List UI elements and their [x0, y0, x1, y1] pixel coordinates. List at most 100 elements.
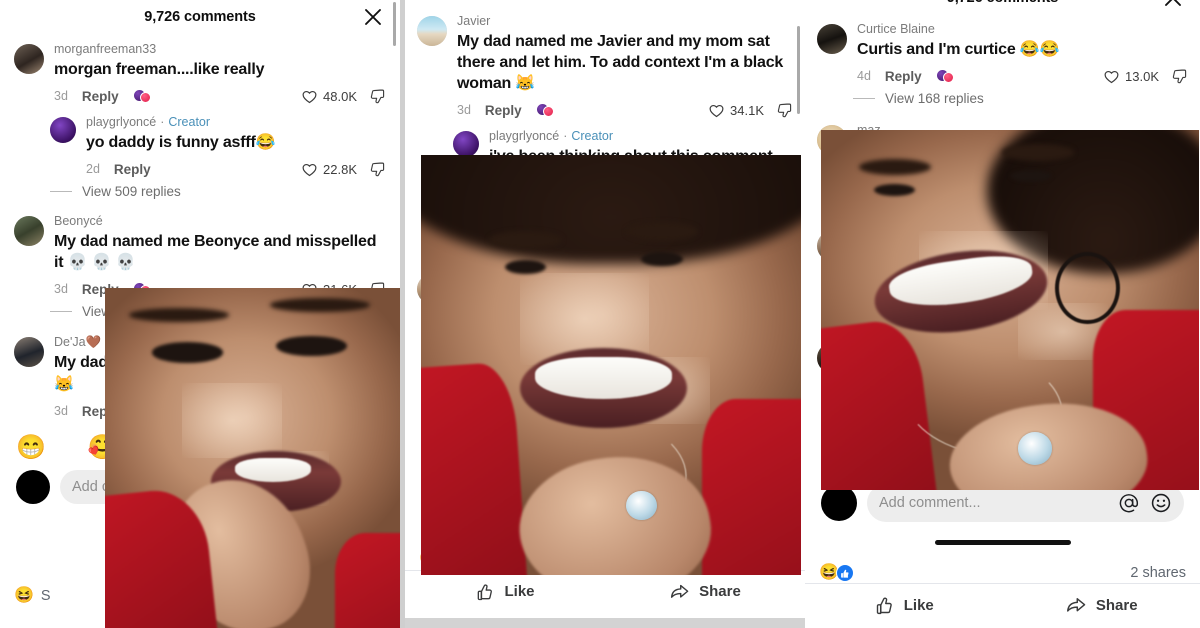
- like-count-group[interactable]: 34.1K: [708, 102, 764, 119]
- reply-button[interactable]: Reply: [885, 69, 922, 84]
- avatar[interactable]: [14, 44, 44, 74]
- comment-username[interactable]: Ajah🤍: [457, 271, 498, 288]
- comment-username[interactable]: morganfreeman33: [54, 41, 156, 58]
- comment-item[interactable]: playgrlyoncé · Creator i've been thinkin…: [417, 121, 793, 236]
- reply-button[interactable]: Re: [485, 363, 502, 378]
- quick-emoji[interactable]: 😆: [662, 430, 692, 458]
- like-count-group[interactable]: 3813: [1108, 275, 1159, 292]
- view-replies-button[interactable]: View 509 replies: [50, 184, 386, 199]
- close-icon[interactable]: [1162, 0, 1184, 9]
- quick-emoji[interactable]: 😌: [1154, 448, 1184, 476]
- comment-username[interactable]: Curtice Blaine: [857, 21, 935, 38]
- user-avatar[interactable]: [821, 485, 857, 521]
- quick-emoji[interactable]: 🥰: [869, 448, 899, 476]
- avatar[interactable]: [417, 274, 447, 304]
- avatar[interactable]: [50, 117, 76, 143]
- reply-button[interactable]: Reply: [485, 103, 522, 118]
- quick-emoji[interactable]: 😆: [1059, 448, 1089, 476]
- comment-username[interactable]: Beonycé: [54, 213, 103, 230]
- quick-emoji[interactable]: 😁: [821, 448, 851, 476]
- dislike-icon[interactable]: [776, 102, 793, 119]
- like-count-group[interactable]: 10.9K: [708, 217, 764, 234]
- comment-username[interactable]: Javier: [457, 13, 490, 30]
- close-icon[interactable]: [362, 6, 384, 28]
- avatar[interactable]: [817, 125, 847, 155]
- dislike-icon[interactable]: [776, 217, 793, 234]
- quick-emoji[interactable]: 😁: [421, 430, 451, 458]
- reply-button[interactable]: Reply: [82, 404, 119, 419]
- comment-item[interactable]: dily i'm 3813: [817, 210, 1188, 294]
- add-comment-input[interactable]: Add com: [60, 470, 384, 504]
- like-count-group[interactable]: 4877: [713, 362, 764, 379]
- like-count-group[interactable]: 13.0K: [1103, 68, 1159, 85]
- quick-emoji[interactable]: 😂: [916, 448, 946, 476]
- avatar[interactable]: [417, 16, 447, 46]
- comment-item[interactable]: maz my gran me why he also named 3d 6330: [817, 108, 1188, 210]
- reply-button[interactable]: Reply: [114, 162, 151, 177]
- comment-item[interactable]: De'Ja🤎 My dad's nam 😹 3d Reply: [14, 321, 386, 422]
- dislike-icon[interactable]: [776, 362, 793, 379]
- reply-button[interactable]: Reply: [517, 218, 554, 233]
- quick-emoji[interactable]: 😊: [1011, 448, 1041, 476]
- user-avatar[interactable]: [16, 470, 50, 504]
- comment-username[interactable]: De'Ja🤎: [54, 334, 101, 351]
- like-count-group[interactable]: 48.0K: [301, 88, 357, 105]
- quick-emoji[interactable]: 😌: [759, 430, 789, 458]
- add-comment-input[interactable]: Add comment...: [867, 484, 1184, 522]
- view-replies-button[interactable]: View 168 replies: [853, 91, 1188, 106]
- avatar[interactable]: [817, 231, 847, 261]
- dislike-icon[interactable]: [369, 281, 386, 298]
- like-count-group[interactable]: 31.6K: [301, 281, 357, 298]
- view-replies-button[interactable]: Vi: [453, 385, 793, 400]
- home-indicator-bar[interactable]: [934, 540, 1071, 545]
- quick-emoji[interactable]: 😊: [614, 430, 644, 458]
- quick-emoji[interactable]: 😹: [160, 434, 190, 462]
- love-haha-reaction-icon[interactable]: [132, 88, 151, 104]
- quick-emoji[interactable]: 🥰: [88, 434, 118, 462]
- reply-button[interactable]: Reply: [82, 89, 119, 104]
- like-count-group[interactable]: 995: [1115, 355, 1159, 372]
- view-replies-button[interactable]: View 439 replies: [50, 304, 386, 319]
- dislike-icon[interactable]: [1171, 355, 1188, 372]
- comment-item[interactable]: 995: [817, 294, 1188, 374]
- reply-button[interactable]: Reply: [82, 282, 119, 297]
- comment-username[interactable]: dily: [857, 228, 876, 245]
- like-button[interactable]: Like: [405, 571, 605, 614]
- dislike-icon[interactable]: [369, 161, 386, 178]
- add-comment-input[interactable]: [465, 466, 789, 500]
- quick-emoji[interactable]: 😂: [518, 430, 548, 458]
- comment-username[interactable]: playgrlyoncé: [489, 128, 559, 145]
- quick-emoji[interactable]: 😳: [566, 430, 596, 458]
- comment-item[interactable]: Javier My dad named me Javier and my mom…: [417, 6, 793, 121]
- quick-emoji[interactable]: 🥺: [711, 430, 741, 458]
- quick-emoji[interactable]: 😁: [16, 434, 46, 462]
- avatar[interactable]: [817, 343, 847, 373]
- quick-emoji[interactable]: 🥺: [1106, 448, 1136, 476]
- at-mention-icon[interactable]: [1118, 492, 1140, 514]
- reaction-names[interactable]: Shani Aisha and others: [461, 551, 610, 567]
- like-count-group[interactable]: 22.8K: [301, 161, 357, 178]
- dislike-icon[interactable]: [1171, 191, 1188, 208]
- comment-username[interactable]: maz: [857, 122, 881, 139]
- avatar[interactable]: [14, 337, 44, 367]
- dislike-icon[interactable]: [1171, 68, 1188, 85]
- avatar[interactable]: [14, 216, 44, 246]
- emoji-face-icon[interactable]: [1150, 492, 1172, 514]
- comment-item[interactable]: Curtice Blaine Curtis and I'm curtice 😂😂…: [817, 14, 1188, 87]
- dislike-icon[interactable]: [1171, 275, 1188, 292]
- emoji-face-icon[interactable]: [755, 472, 777, 494]
- dislike-icon[interactable]: [369, 88, 386, 105]
- love-haha-reaction-icon[interactable]: [535, 102, 554, 118]
- reaction-names[interactable]: S: [41, 588, 51, 604]
- share-count[interactable]: 3 shares: [735, 551, 791, 567]
- love-haha-reaction-icon[interactable]: [132, 281, 151, 297]
- comment-username[interactable]: playgrlyoncé: [86, 114, 156, 131]
- share-count[interactable]: 2 shares: [1130, 565, 1186, 581]
- like-button[interactable]: Like: [805, 584, 1003, 628]
- share-button[interactable]: Share: [1003, 584, 1200, 628]
- user-avatar[interactable]: [421, 466, 455, 500]
- view-replies-button[interactable]: View 539 replies: [453, 240, 793, 255]
- quick-emoji[interactable]: 😳: [964, 448, 994, 476]
- like-count-group[interactable]: 6330: [1108, 191, 1159, 208]
- love-haha-reaction-icon[interactable]: [935, 68, 954, 84]
